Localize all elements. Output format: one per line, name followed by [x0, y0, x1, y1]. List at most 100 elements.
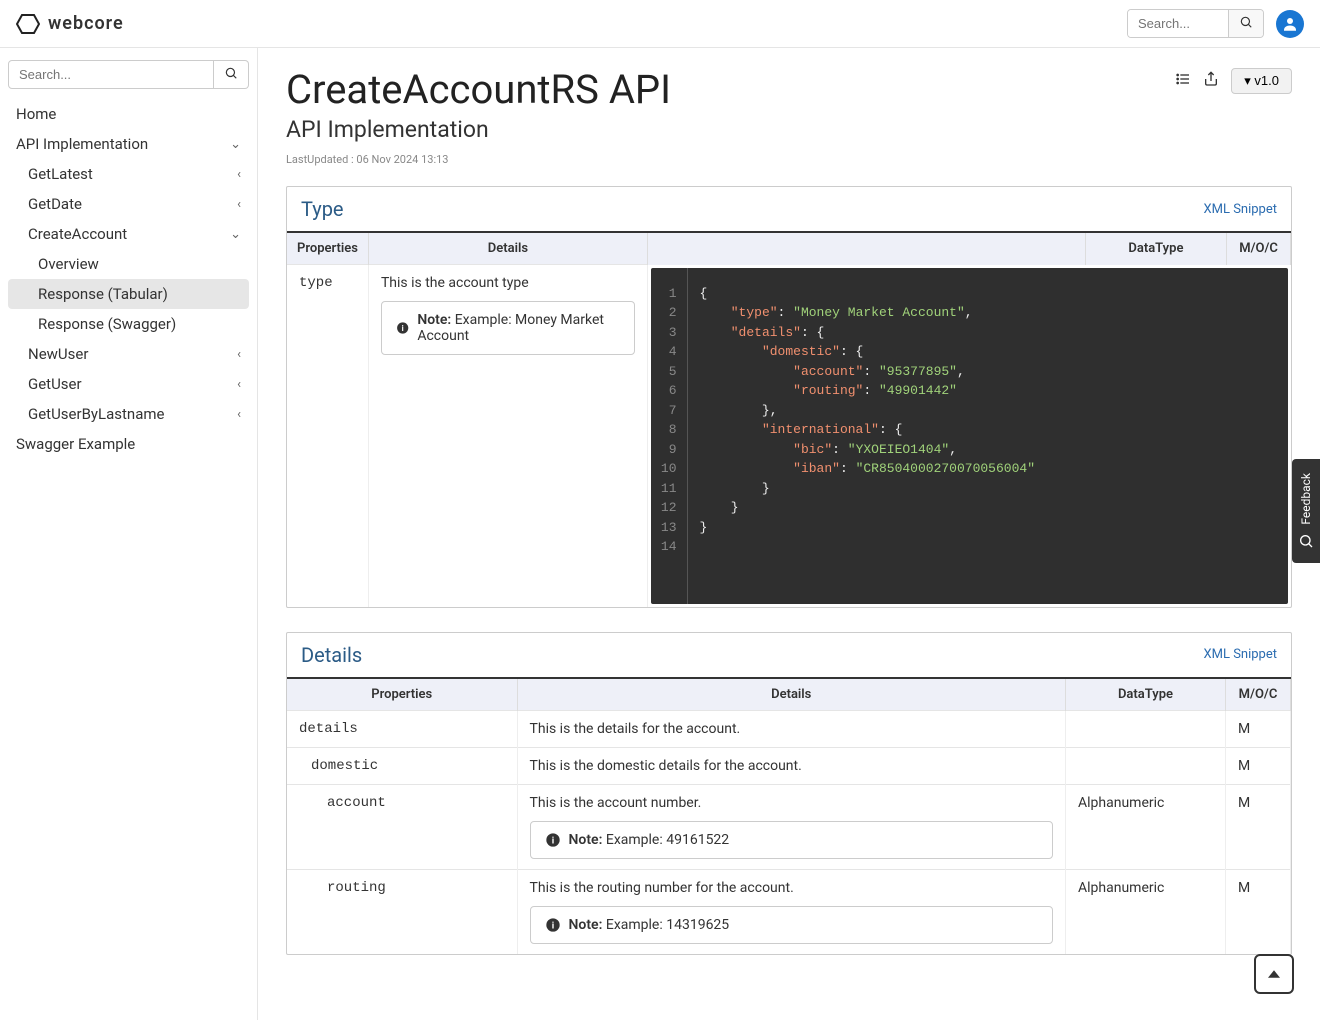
global-search-button[interactable]	[1228, 10, 1263, 37]
code-sample: 1234567891011121314 { "type": "Money Mar…	[651, 268, 1288, 604]
col-details: Details	[368, 233, 647, 265]
prop-desc: This is the routing number for the accou…	[530, 880, 1054, 896]
nav-get-user-by-lastname[interactable]: GetUserByLastname ‹	[8, 399, 249, 429]
table-row: type This is the account type i Note: Ex…	[287, 265, 1291, 607]
feedback-tab[interactable]: Feedback	[1292, 459, 1320, 563]
page-title: CreateAccountRS API	[286, 68, 671, 112]
moc: M	[1238, 880, 1250, 896]
chevron-down-icon: ⌄	[230, 227, 241, 242]
sidebar: Home API Implementation ⌄ GetLatest ‹ GetD…	[0, 48, 258, 1020]
chevron-left-icon: ‹	[237, 167, 241, 182]
note-text: Example: 49161522	[606, 832, 729, 848]
code-content: { "type": "Money Market Account", "detai…	[688, 268, 1288, 604]
prop-name: details	[299, 721, 358, 737]
nav-get-user[interactable]: GetUser‹	[8, 369, 249, 399]
table-row: domestic This is the domestic details fo…	[287, 747, 1291, 784]
brand[interactable]: webcore	[16, 12, 124, 36]
table-row: account This is the account number. i No…	[287, 784, 1291, 869]
details-table: Properties Details DataType M/O/C detail…	[287, 679, 1291, 954]
panel-title: Type	[301, 197, 344, 221]
nav-home[interactable]: Home	[8, 99, 249, 129]
chevron-left-icon: ‹	[237, 197, 241, 212]
chevron-down-icon: ⌄	[230, 137, 241, 152]
nav-label: GetDate	[28, 195, 82, 213]
chat-icon	[1298, 533, 1314, 549]
search-icon	[224, 66, 238, 80]
type-table: Properties Details DataType M/O/C type T…	[287, 233, 1291, 607]
prop-name: routing	[327, 880, 386, 896]
nav-label: Overview	[38, 255, 99, 273]
page-subtitle: API Implementation	[286, 116, 671, 143]
col-details2	[647, 233, 1085, 265]
prop-name: domestic	[311, 758, 378, 774]
table-row: details This is the details for the acco…	[287, 710, 1291, 747]
nav-response-swagger[interactable]: Response (Swagger)	[8, 309, 249, 339]
nav-label: GetLatest	[28, 165, 93, 183]
note-label: Note:	[569, 917, 603, 933]
version-selector[interactable]: ▾ v1.0	[1231, 68, 1292, 94]
global-search	[1127, 9, 1264, 38]
note-label: Note:	[569, 832, 603, 848]
search-icon	[1239, 15, 1253, 29]
xml-snippet-link[interactable]: XML Snippet	[1203, 202, 1277, 217]
sidebar-search-button[interactable]	[214, 60, 249, 89]
nav-create-account[interactable]: CreateAccount⌄	[8, 219, 249, 249]
nav-label: Response (Tabular)	[38, 285, 168, 303]
main-content: CreateAccountRS API API Implementation L…	[258, 48, 1320, 1020]
col-properties: Properties	[287, 233, 368, 265]
scroll-to-top-button[interactable]	[1254, 954, 1294, 994]
datatype: Alphanumeric	[1078, 795, 1164, 811]
nav-new-user[interactable]: NewUser‹	[8, 339, 249, 369]
note-box: i Note: Example: 49161522	[530, 821, 1054, 859]
prop-desc: This is the details for the account.	[530, 721, 1054, 737]
moc: M	[1238, 795, 1250, 811]
note-box: i Note: Example: Money Market Account	[381, 301, 635, 355]
moc: M	[1238, 721, 1250, 737]
feedback-label: Feedback	[1299, 473, 1313, 525]
nav-label: NewUser	[28, 345, 88, 363]
prop-desc: This is the account number.	[530, 795, 1054, 811]
chevron-left-icon: ‹	[237, 407, 241, 422]
prop-name: account	[327, 795, 386, 811]
nav-swagger-example[interactable]: Swagger Example	[8, 429, 249, 459]
panel-details: Details XML Snippet Properties Details D…	[286, 632, 1292, 955]
table-row: routing This is the routing number for t…	[287, 869, 1291, 954]
nav-api-implementation[interactable]: API Implementation ⌄	[8, 129, 249, 159]
col-moc: M/O/C	[1226, 679, 1291, 711]
info-icon: i	[545, 832, 561, 848]
info-icon: i	[396, 320, 409, 336]
nav-label: Swagger Example	[16, 435, 135, 453]
svg-text:i: i	[551, 835, 553, 846]
user-avatar[interactable]	[1276, 10, 1304, 38]
chevron-left-icon: ‹	[237, 377, 241, 392]
version-label: v1.0	[1254, 73, 1279, 88]
nav-label: GetUserByLastname	[28, 405, 164, 423]
prop-desc: This is the domestic details for the acc…	[530, 758, 1054, 774]
prop-desc: This is the account type	[381, 275, 635, 291]
moc: M	[1238, 758, 1250, 774]
list-icon	[1175, 71, 1191, 87]
svg-text:i: i	[402, 324, 404, 333]
col-properties: Properties	[287, 679, 517, 711]
nav-overview[interactable]: Overview	[8, 249, 249, 279]
global-search-input[interactable]	[1128, 10, 1228, 37]
datatype: Alphanumeric	[1078, 880, 1164, 896]
nav-response-tabular[interactable]: Response (Tabular)	[8, 279, 249, 309]
user-icon	[1281, 15, 1299, 33]
note-text: Example: 14319625	[606, 917, 729, 933]
toc-button[interactable]	[1175, 71, 1191, 91]
nav-get-date[interactable]: GetDate ‹	[8, 189, 249, 219]
share-icon	[1203, 71, 1219, 87]
nav-label: API Implementation	[16, 135, 148, 153]
sidebar-search-input[interactable]	[8, 60, 214, 89]
xml-snippet-link[interactable]: XML Snippet	[1203, 647, 1277, 662]
share-button[interactable]	[1203, 71, 1219, 91]
brand-text: webcore	[48, 13, 124, 34]
triangle-up-icon	[1265, 965, 1283, 983]
panel-title: Details	[301, 643, 362, 667]
logo-icon	[16, 12, 40, 36]
last-updated: LastUpdated : 06 Nov 2024 13:13	[286, 153, 671, 166]
nav-label: Home	[16, 105, 56, 123]
col-details: Details	[517, 679, 1066, 711]
nav-get-latest[interactable]: GetLatest ‹	[8, 159, 249, 189]
